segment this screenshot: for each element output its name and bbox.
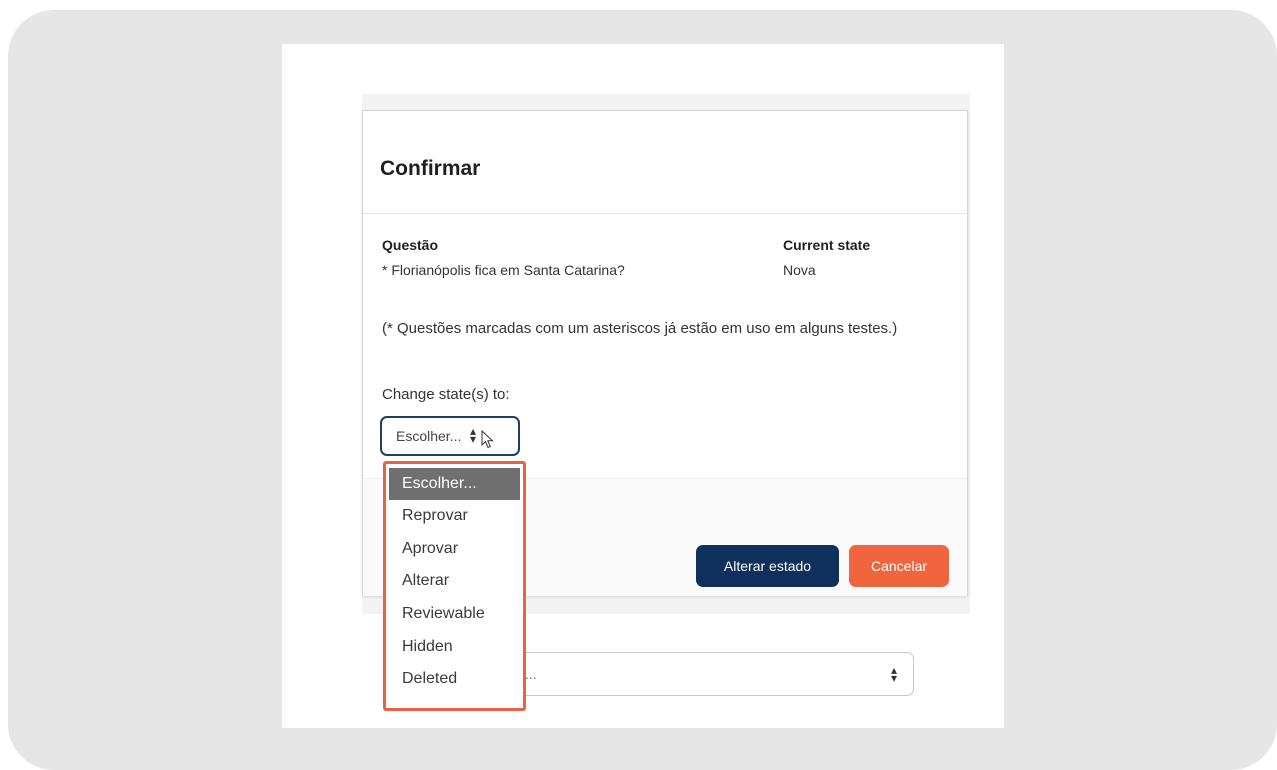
dropdown-option-alterar[interactable]: Alterar	[389, 565, 520, 598]
dropdown-option-reprovar[interactable]: Reprovar	[389, 500, 520, 533]
current-state-header: Current state	[783, 237, 871, 253]
state-select[interactable]: Escolher... ▴ ▾	[380, 416, 520, 456]
dropdown-option-escolher[interactable]: Escolher...	[389, 468, 520, 500]
dropdown-option-hidden[interactable]: Hidden	[389, 631, 520, 664]
dropdown-option-reviewable[interactable]: Reviewable	[389, 598, 520, 631]
dialog-header: Confirmar	[363, 111, 967, 214]
screen-area: Confirmar Questão * Florianópolis fica e…	[282, 44, 1004, 728]
question-column-header: Questão	[382, 237, 439, 253]
state-select-value: Escolher...	[396, 428, 462, 444]
question-text: * Florianópolis fica em Santa Catarina?	[382, 262, 625, 278]
dialog-title: Confirmar	[380, 157, 481, 180]
cancel-button[interactable]: Cancelar	[849, 545, 949, 587]
background-select[interactable]: ... ▴ ▾	[512, 652, 914, 696]
up-down-arrows-icon: ▴ ▾	[470, 424, 477, 446]
change-state-button[interactable]: Alterar estado	[696, 545, 839, 587]
state-dropdown-list: Escolher... Reprovar Aprovar Alterar Rev…	[383, 461, 526, 711]
mouse-cursor-icon	[481, 430, 494, 449]
background-select-value: ...	[525, 666, 537, 682]
up-down-arrows-icon: ▴ ▾	[891, 663, 898, 685]
dropdown-option-deleted[interactable]: Deleted	[389, 663, 520, 696]
current-state-value: Nova	[783, 262, 816, 278]
usage-note: (* Questões marcadas com um asteriscos j…	[382, 320, 898, 337]
change-state-label: Change state(s) to:	[382, 386, 510, 403]
dropdown-option-aprovar[interactable]: Aprovar	[389, 533, 520, 566]
